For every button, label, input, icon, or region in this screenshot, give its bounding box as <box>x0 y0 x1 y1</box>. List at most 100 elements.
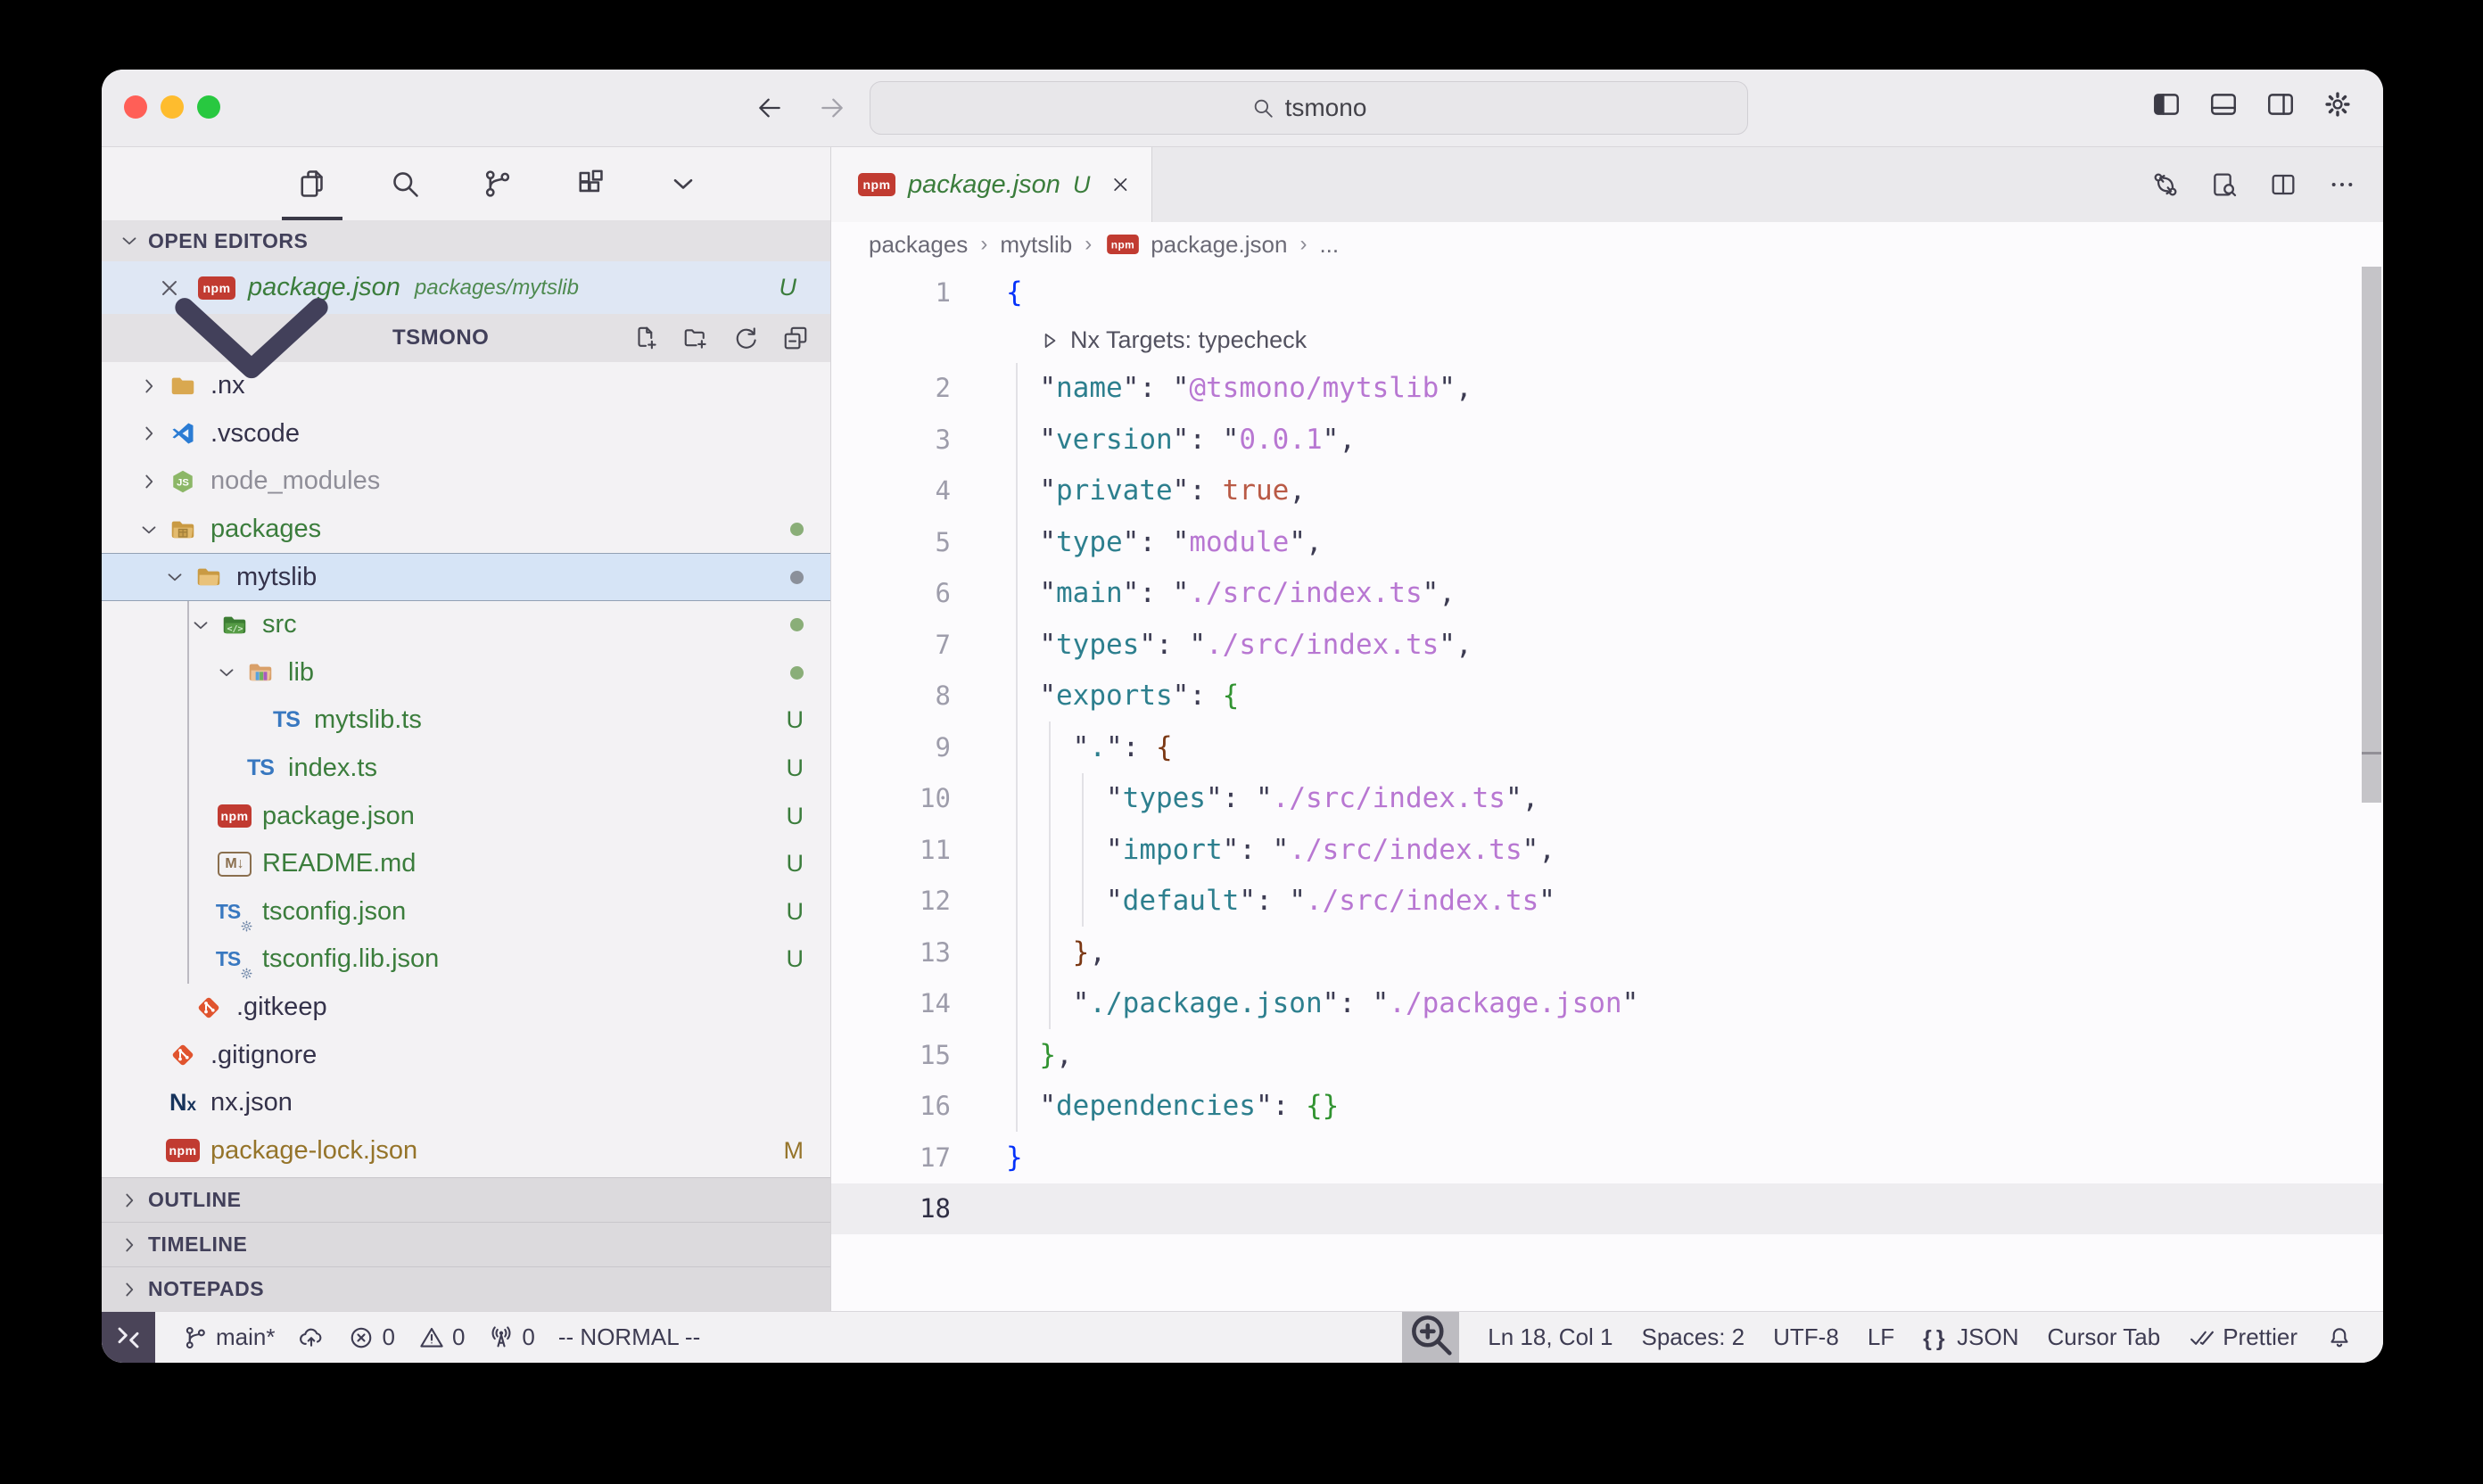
statusbar-publish-changes[interactable] <box>298 1324 325 1351</box>
statusbar-text: Prettier <box>2223 1323 2297 1351</box>
compare-changes-icon[interactable] <box>2151 170 2180 199</box>
new-folder-icon[interactable] <box>682 325 709 351</box>
breadcrumb-item[interactable]: ... <box>1319 231 1339 259</box>
tree-item-nx-json[interactable]: Nxnx.json <box>102 1079 830 1127</box>
remote-icon <box>114 1323 143 1352</box>
line-number: 13 <box>831 937 951 968</box>
tree-item-vscode[interactable]: .vscode <box>102 410 830 458</box>
chevron-down-icon <box>215 661 238 684</box>
tree-item-package-json[interactable]: npmpackage.jsonU <box>102 792 830 840</box>
code-line-1[interactable]: 1{ <box>831 267 2383 318</box>
code-line-2[interactable]: 2 "name": "@tsmono/mytslib", <box>831 363 2383 415</box>
chevron-down-icon <box>667 168 699 200</box>
code-text: } <box>1006 1142 1023 1174</box>
code-line-16[interactable]: 16 "dependencies": {} <box>831 1081 2383 1133</box>
statusbar-git-branch[interactable]: main* <box>182 1323 275 1351</box>
statusbar-encoding[interactable]: UTF-8 <box>1773 1323 1839 1351</box>
activity-more-views[interactable] <box>658 147 708 220</box>
tree-item-readme-md[interactable]: M↓README.mdU <box>102 840 830 888</box>
statusbar-text: LF <box>1868 1323 1894 1351</box>
tree-item-mytslib-ts[interactable]: TSmytslib.tsU <box>102 697 830 745</box>
code-line-3[interactable]: 3 "version": "0.0.1", <box>831 414 2383 466</box>
code-editor[interactable]: 1{Nx Targets: typecheck2 "name": "@tsmon… <box>831 267 2383 1311</box>
tree-item-nx[interactable]: .nx <box>102 362 830 410</box>
statusbar-warnings[interactable]: 0 <box>418 1323 465 1351</box>
statusbar-eol[interactable]: LF <box>1868 1323 1894 1351</box>
code-line-5[interactable]: 5 "type": "module", <box>831 516 2383 568</box>
zoom-button[interactable] <box>197 95 220 119</box>
code-line-10[interactable]: 10 "types": "./src/index.ts", <box>831 773 2383 825</box>
breadcrumb-item[interactable]: npmpackage.json <box>1104 231 1287 259</box>
workspace-section-header[interactable]: TSMONO <box>102 314 830 362</box>
activity-explorer[interactable] <box>287 147 337 220</box>
more-actions-icon[interactable] <box>2328 170 2356 199</box>
command-center-search[interactable]: tsmono <box>870 81 1748 135</box>
minimize-button[interactable] <box>161 95 184 119</box>
tree-item-mytslib[interactable]: mytslib <box>102 553 830 601</box>
statusbar-zoom-indicator[interactable] <box>1402 1312 1459 1363</box>
tree-item-package-lock-json[interactable]: npmpackage-lock.jsonM <box>102 1127 830 1175</box>
breadcrumb-item[interactable]: packages <box>869 231 968 259</box>
code-line-6[interactable]: 6 "main": "./src/index.ts", <box>831 568 2383 620</box>
gear-icon[interactable] <box>2322 89 2353 120</box>
forward-button[interactable] <box>813 89 851 127</box>
tree-item-label: packages <box>210 515 321 544</box>
statusbar-errors[interactable]: 0 <box>348 1323 394 1351</box>
tree-item-src[interactable]: </>src <box>102 601 830 649</box>
statusbar-indentation[interactable]: Spaces: 2 <box>1642 1323 1745 1351</box>
new-file-icon[interactable] <box>632 325 659 351</box>
statusbar-language-mode[interactable]: { }JSON <box>1923 1323 2018 1351</box>
back-button[interactable] <box>751 89 788 127</box>
code-line-11[interactable]: 11 "import": "./src/index.ts", <box>831 824 2383 876</box>
code-line-4[interactable]: 4 "private": true, <box>831 466 2383 517</box>
tree-item-node-modules[interactable]: JSnode_modules <box>102 458 830 506</box>
code-line-12[interactable]: 12 "default": "./src/index.ts" <box>831 876 2383 928</box>
code-line-7[interactable]: 7 "types": "./src/index.ts", <box>831 619 2383 671</box>
code-line-15[interactable]: 15 }, <box>831 1029 2383 1081</box>
panel-header-outline[interactable]: OUTLINE <box>102 1177 830 1222</box>
vscode-icon <box>166 419 200 448</box>
tree-item-packages[interactable]: packages <box>102 506 830 554</box>
code-text: "exports": { <box>1006 680 1239 712</box>
activity-search[interactable] <box>380 147 430 220</box>
breadcrumb-item[interactable]: mytslib <box>1000 231 1072 259</box>
code-text: "main": "./src/index.ts", <box>1006 577 1456 609</box>
statusbar-cursor-tab[interactable]: Cursor Tab <box>2048 1323 2161 1351</box>
code-line-9[interactable]: 9 ".": { <box>831 721 2383 773</box>
code-line-14[interactable]: 14 "./package.json": "./package.json" <box>831 978 2383 1030</box>
split-editor-icon[interactable] <box>2269 170 2297 199</box>
code-line-8[interactable]: 8 "exports": { <box>831 671 2383 722</box>
statusbar-ports[interactable]: 0 <box>488 1323 534 1351</box>
code-line-17[interactable]: 17} <box>831 1132 2383 1183</box>
statusbar-formatter[interactable]: Prettier <box>2189 1323 2297 1351</box>
tree-item-tsconfig-lib-json[interactable]: TStsconfig.lib.jsonU <box>102 936 830 984</box>
tree-item-tsconfig-json[interactable]: TStsconfig.jsonU <box>102 888 830 936</box>
statusbar-text: UTF-8 <box>1773 1323 1839 1351</box>
editor-scrollbar[interactable] <box>2362 267 2381 803</box>
close-icon[interactable] <box>1110 172 1132 197</box>
activity-extensions[interactable] <box>565 147 615 220</box>
statusbar-vim-mode[interactable]: -- NORMAL -- <box>558 1323 700 1351</box>
code-line-18[interactable]: 18 <box>831 1183 2383 1235</box>
statusbar-cursor-position[interactable]: Ln 18, Col 1 <box>1488 1323 1613 1351</box>
codelens-nx-targets[interactable]: Nx Targets: typecheck <box>831 318 2383 363</box>
tree-item-gitignore[interactable]: .gitignore <box>102 1031 830 1079</box>
activity-source-control[interactable] <box>473 147 523 220</box>
refresh-explorer-icon[interactable] <box>732 325 759 351</box>
panel-header-timeline[interactable]: TIMELINE <box>102 1222 830 1266</box>
code-text: "types": "./src/index.ts", <box>1006 782 1538 814</box>
panel-header-notepads[interactable]: NOTEPADS <box>102 1266 830 1311</box>
tree-item-index-ts[interactable]: TSindex.tsU <box>102 745 830 793</box>
layout-panel-icon[interactable] <box>2208 89 2239 120</box>
code-line-13[interactable]: 13 }, <box>831 927 2383 978</box>
layout-sidebar-left-icon[interactable] <box>2151 89 2182 120</box>
search-editor-icon[interactable] <box>2210 170 2239 199</box>
tree-item-lib[interactable]: lib <box>102 649 830 697</box>
tree-item-gitkeep[interactable]: .gitkeep <box>102 984 830 1032</box>
layout-sidebar-right-icon[interactable] <box>2265 89 2296 120</box>
tab-package-json[interactable]: npm package.json U <box>831 147 1152 222</box>
collapse-folders-icon[interactable] <box>782 325 809 351</box>
statusbar-remote-indicator[interactable] <box>102 1312 155 1363</box>
statusbar-notifications[interactable] <box>2326 1324 2353 1351</box>
close-button[interactable] <box>124 95 147 119</box>
